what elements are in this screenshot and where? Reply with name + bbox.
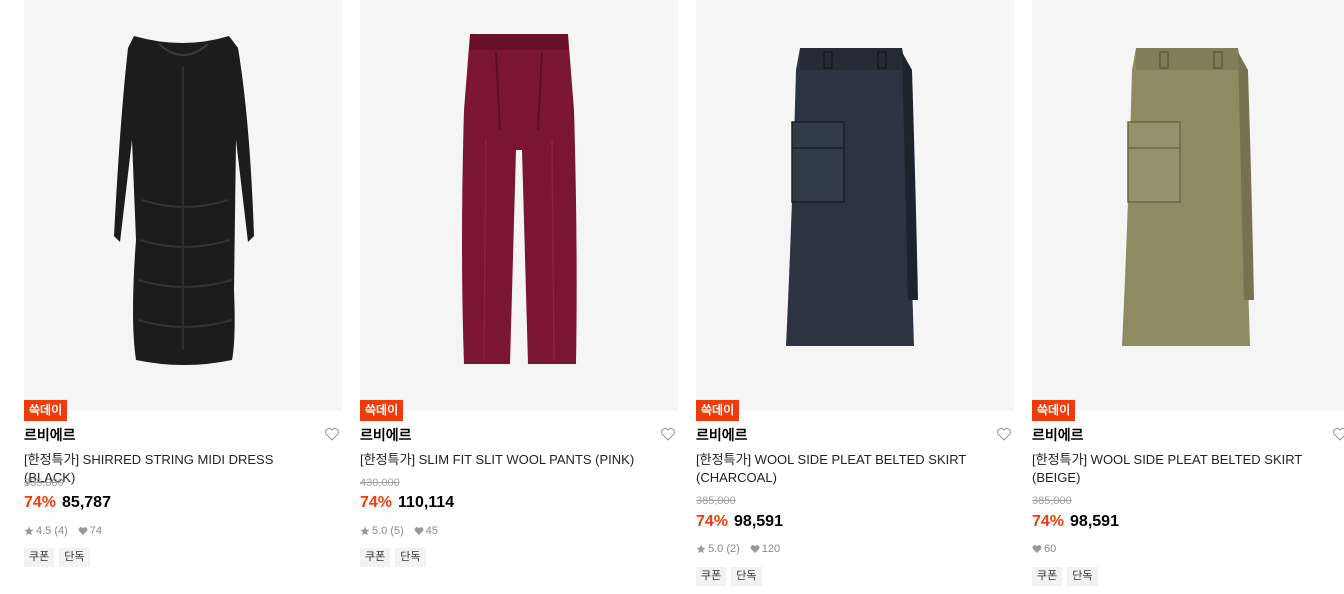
rating-text: 4.5 (4) — [36, 525, 68, 537]
tag-coupon: 쿠폰 — [696, 567, 727, 586]
likes: 45 — [414, 524, 438, 538]
rating: 4.5 (4) — [24, 524, 68, 538]
original-price: 385,000 — [1032, 495, 1072, 507]
rating: 5.0 (5) — [360, 524, 404, 538]
tag-exclusive: 단독 — [1067, 567, 1098, 586]
product-grid: 쓱데이 르비에르 [한정특가] SHIRRED STRING MIDI DRES… — [0, 0, 1344, 594]
heart-icon — [1032, 545, 1042, 553]
rating-text: 5.0 (2) — [708, 543, 740, 555]
wishlist-heart-icon[interactable] — [660, 426, 676, 442]
discount-rate: 74% — [1032, 513, 1065, 530]
star-icon — [696, 544, 706, 554]
brand-name[interactable]: 르비에르 — [696, 427, 748, 443]
tag-exclusive: 단독 — [731, 567, 762, 586]
tag-list: 쿠폰 단독 — [1032, 567, 1098, 586]
product-card[interactable]: 쓱데이 르비에르 [한정특가] WOOL SIDE PLEAT BELTED S… — [1032, 0, 1344, 594]
product-image[interactable] — [1032, 0, 1344, 410]
likes-count: 74 — [89, 525, 103, 537]
brand-name[interactable]: 르비에르 — [24, 427, 76, 443]
skirt-image — [786, 48, 918, 346]
sale-price: 98,591 — [1070, 513, 1119, 530]
product-image[interactable] — [696, 0, 1014, 410]
discount-rate: 74% — [696, 513, 729, 530]
tag-exclusive: 단독 — [395, 548, 426, 567]
star-icon — [360, 526, 370, 536]
original-price: 335,000 — [24, 477, 64, 489]
review-meta: 60 — [1032, 542, 1056, 556]
tag-list: 쿠폰 단독 — [360, 548, 426, 567]
likes: 60 — [1032, 542, 1056, 556]
likes-count: 60 — [1044, 543, 1057, 555]
product-image[interactable] — [24, 0, 342, 410]
skirt-image — [1122, 48, 1254, 346]
product-card[interactable]: 쓱데이 르비에르 [한정특가] SHIRRED STRING MIDI DRES… — [24, 0, 342, 594]
discount-rate: 74% — [24, 494, 57, 511]
likes-count: 45 — [425, 525, 439, 537]
heart-icon — [414, 527, 424, 535]
likes: 74 — [78, 524, 102, 538]
original-price: 385,000 — [696, 495, 736, 507]
review-meta: 5.0 (5) 45 — [360, 524, 438, 538]
star-icon — [24, 526, 34, 536]
sale-price: 110,114 — [398, 494, 455, 511]
tag-list: 쿠폰 단독 — [24, 548, 90, 567]
rating-text: 5.0 (5) — [372, 525, 404, 537]
wishlist-heart-icon[interactable] — [996, 426, 1012, 442]
product-name[interactable]: [한정특가] SHIRRED STRING MIDI DRESS (BLACK) — [24, 451, 324, 487]
review-meta: 4.5 (4) 74 — [24, 524, 102, 538]
product-image[interactable] — [360, 0, 678, 410]
promo-badge: 쓱데이 — [1032, 400, 1076, 421]
price-row: 74% 98,591 — [1032, 512, 1119, 532]
price-row: 74% 85,787 — [24, 493, 111, 513]
promo-badge: 쓱데이 — [24, 400, 68, 421]
product-name[interactable]: [한정특가] WOOL SIDE PLEAT BELTED SKIRT (BEI… — [1032, 451, 1332, 487]
price-row: 74% 110,114 — [360, 493, 454, 513]
sale-price: 98,591 — [734, 513, 783, 530]
likes: 120 — [750, 542, 780, 556]
sale-price: 85,787 — [62, 494, 111, 511]
heart-icon — [750, 545, 760, 553]
wishlist-heart-icon[interactable] — [324, 426, 340, 442]
tag-coupon: 쿠폰 — [1032, 567, 1063, 586]
original-price: 430,000 — [360, 477, 400, 489]
tag-exclusive: 단독 — [59, 548, 90, 567]
product-name[interactable]: [한정특가] WOOL SIDE PLEAT BELTED SKIRT (CHA… — [696, 451, 996, 487]
promo-badge: 쓱데이 — [696, 400, 740, 421]
pants-image — [462, 34, 577, 364]
tag-coupon: 쿠폰 — [24, 548, 55, 567]
tag-coupon: 쿠폰 — [360, 548, 391, 567]
discount-rate: 74% — [360, 494, 393, 511]
tag-list: 쿠폰 단독 — [696, 567, 762, 586]
wishlist-heart-icon[interactable] — [1332, 426, 1344, 442]
brand-name[interactable]: 르비에르 — [1032, 427, 1084, 443]
heart-icon — [78, 527, 88, 535]
promo-badge: 쓱데이 — [360, 400, 404, 421]
likes-count: 120 — [761, 543, 781, 555]
rating: 5.0 (2) — [696, 542, 740, 556]
brand-name[interactable]: 르비에르 — [360, 427, 412, 443]
dress-image — [114, 36, 254, 365]
price-row: 74% 98,591 — [696, 512, 783, 532]
product-card[interactable]: 쓱데이 르비에르 [한정특가] SLIM FIT SLIT WOOL PANTS… — [360, 0, 678, 594]
product-card[interactable]: 쓱데이 르비에르 [한정특가] WOOL SIDE PLEAT BELTED S… — [696, 0, 1014, 594]
review-meta: 5.0 (2) 120 — [696, 542, 780, 556]
product-name[interactable]: [한정특가] SLIM FIT SLIT WOOL PANTS (PINK) — [360, 451, 660, 469]
